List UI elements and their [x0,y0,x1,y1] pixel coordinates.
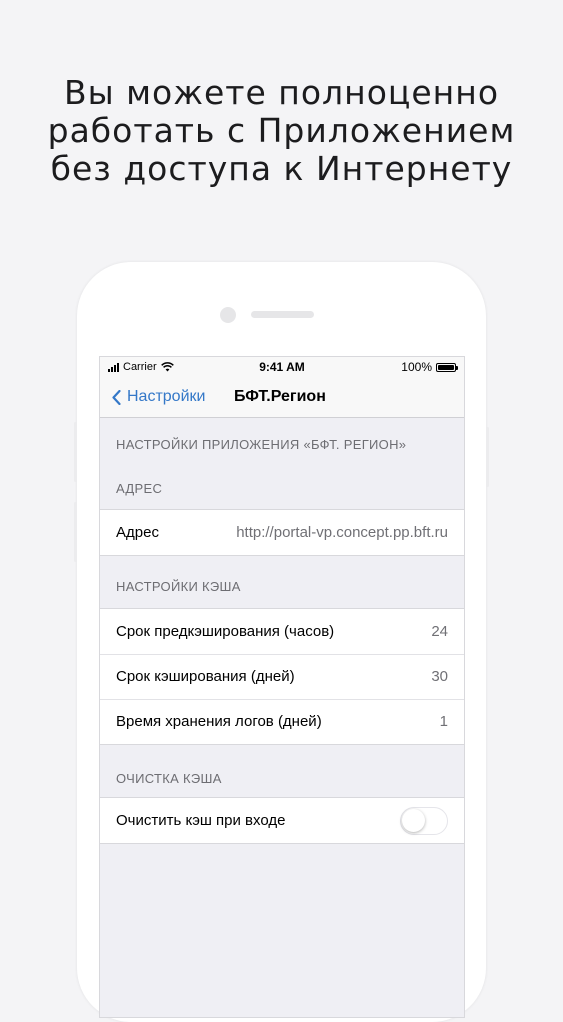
status-bar: Carrier 9:41 AM 100% [100,357,464,379]
headline-line-3: без доступа к Интернету [50,149,513,188]
volume-button [74,422,77,482]
promo-headline: Вы можете полноценно работать с Приложен… [0,74,563,188]
back-button-label: Настройки [127,388,206,405]
clear-cache-toggle[interactable] [400,806,448,835]
volume-button [74,502,77,562]
clear-cache-row: Очистить кэш при входе [100,798,464,843]
cache-period-row[interactable]: Срок кэширования (дней) 30 [100,654,464,699]
precache-row[interactable]: Срок предкэширования (часов) 24 [100,609,464,654]
headline-line-2: работать с Приложением [47,111,516,150]
cache-section-header: НАСТРОЙКИ КЭША [116,579,241,594]
battery-icon [436,362,458,372]
page-title: БФТ.Регион [234,388,326,405]
log-retention-label: Время хранения логов (дней) [116,713,322,730]
headline-line-1: Вы можете полноценно [63,73,500,112]
precache-label: Срок предкэширования (часов) [116,623,335,640]
log-retention-value[interactable]: 1 [440,713,448,730]
status-right: 100% [401,360,458,374]
clear-cache-section-header: ОЧИСТКА КЭША [116,771,222,786]
log-retention-row[interactable]: Время хранения логов (дней) 1 [100,699,464,744]
cache-group: Срок предкэширования (часов) 24 Срок кэш… [100,608,464,745]
precache-value[interactable]: 24 [431,623,448,640]
clear-cache-label: Очистить кэш при входе [116,812,286,829]
address-field[interactable]: http://portal-vp.concept.pp.bft.ru [208,524,448,541]
address-row[interactable]: Адрес http://portal-vp.concept.pp.bft.ru [100,510,464,555]
earpiece-speaker [251,311,314,318]
power-button [486,427,489,487]
address-group: Адрес http://portal-vp.concept.pp.bft.ru [100,509,464,556]
toggle-knob [402,808,425,832]
front-camera [220,307,236,323]
cache-period-label: Срок кэширования (дней) [116,668,295,685]
chevron-left-icon [112,389,121,405]
app-settings-header: НАСТРОЙКИ ПРИЛОЖЕНИЯ «БФТ. РЕГИОН» [116,437,407,452]
cache-period-value[interactable]: 30 [431,668,448,685]
phone-screen: Carrier 9:41 AM 100% Настройки БФТ.Регио… [99,356,465,1018]
back-button[interactable]: Настройки [112,388,205,406]
phone-frame: Carrier 9:41 AM 100% Настройки БФТ.Регио… [74,262,489,1022]
battery-percent: 100% [401,360,432,374]
navigation-bar: Настройки БФТ.Регион [100,379,464,418]
address-section-header: АДРЕС [116,481,163,496]
address-label: Адрес [116,524,159,541]
clear-cache-group: Очистить кэш при входе [100,797,464,844]
